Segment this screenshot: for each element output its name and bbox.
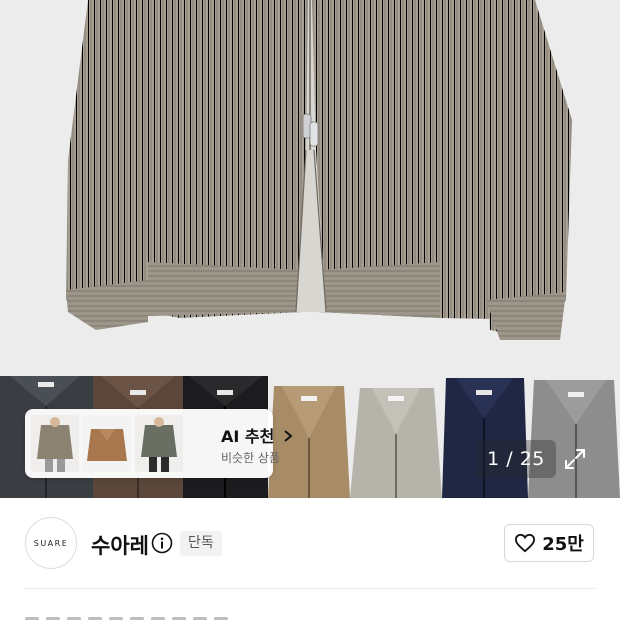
ai-recommend-subtitle: 비슷한 상품 <box>221 451 281 465</box>
image-counter: 1 / 25 <box>476 440 556 478</box>
expand-icon <box>565 449 585 469</box>
chevron-right-icon <box>284 430 293 442</box>
exclusive-badge: 단독 <box>180 531 222 556</box>
swatch-grey[interactable] <box>528 376 620 498</box>
recommend-thumb-1 <box>31 415 79 472</box>
swatch-navy[interactable] <box>442 376 528 498</box>
brand-name[interactable]: 수아레 <box>91 530 149 560</box>
product-image[interactable]: AI 추천 비슷한 상품 1 / 25 <box>0 0 620 498</box>
recommend-thumb-3 <box>135 415 183 472</box>
swatch-light-grey[interactable] <box>350 376 442 498</box>
brand-logo[interactable]: SUARE <box>25 517 77 569</box>
ai-recommend-title: AI 추천 <box>221 423 294 447</box>
heart-icon <box>515 533 536 553</box>
cut-off-text-line <box>25 606 285 620</box>
expand-button[interactable] <box>557 440 593 478</box>
like-button[interactable]: 25만 <box>504 524 594 562</box>
info-icon[interactable] <box>151 532 173 554</box>
ai-recommend-card[interactable]: AI 추천 비슷한 상품 <box>25 409 293 478</box>
like-count: 25만 <box>542 534 584 555</box>
divider <box>25 588 595 589</box>
recommend-thumb-2 <box>83 415 131 472</box>
